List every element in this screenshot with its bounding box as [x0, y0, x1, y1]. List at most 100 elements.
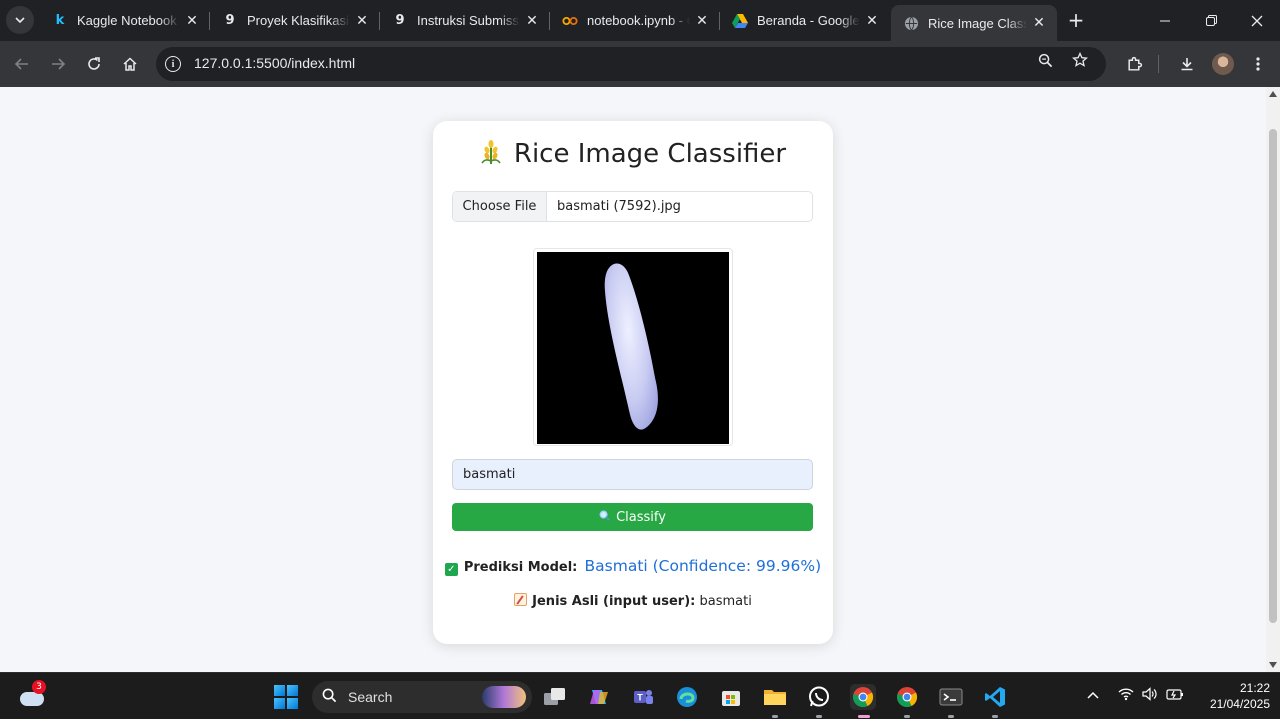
- tab-drive[interactable]: Beranda - Google Drive ✕: [720, 0, 890, 41]
- start-button[interactable]: [274, 685, 298, 709]
- file-input[interactable]: Choose File basmati (7592).jpg: [452, 191, 813, 222]
- chevron-up-icon: [1087, 691, 1099, 699]
- memo-icon: [514, 593, 528, 606]
- show-hidden-icons-button[interactable]: [1087, 687, 1099, 703]
- task-view-icon[interactable]: [542, 684, 568, 710]
- puzzle-icon: [1127, 56, 1142, 71]
- weather-widget[interactable]: 3: [18, 680, 46, 708]
- dicoding-icon: 9: [395, 13, 405, 28]
- tab-strip: k Kaggle Notebook ✕ 9 Proyek Klasifikasi…: [0, 0, 1280, 41]
- zoom-icon[interactable]: [1038, 53, 1053, 72]
- address-bar[interactable]: i 127.0.0.1:5500/index.html: [156, 47, 1106, 81]
- site-info-icon[interactable]: i: [165, 56, 181, 72]
- prediction-result: ✓ Prediksi Model: Basmati (Confidence: 99…: [433, 557, 833, 576]
- close-icon[interactable]: ✕: [1031, 15, 1047, 31]
- new-tab-button[interactable]: +: [1064, 8, 1088, 32]
- colab-icon: [562, 13, 578, 29]
- tab-search-button[interactable]: [6, 6, 34, 34]
- taskbar-search[interactable]: Search: [312, 681, 532, 713]
- choose-file-button[interactable]: Choose File: [453, 192, 547, 221]
- arrow-right-icon: [52, 58, 66, 70]
- tab-title: Rice Image Classifier: [928, 15, 1027, 31]
- minimize-icon: [1160, 20, 1170, 21]
- tab-kaggle[interactable]: k Kaggle Notebook ✕: [40, 0, 210, 41]
- windows-taskbar: 3 Search T 21:22 21/04/2025: [0, 672, 1280, 719]
- url-text[interactable]: 127.0.0.1:5500/index.html: [194, 55, 355, 71]
- magnifier-icon: [599, 510, 610, 524]
- chrome-icon[interactable]: [850, 684, 876, 718]
- whatsapp-icon[interactable]: [806, 684, 832, 718]
- forward-button[interactable]: [44, 50, 72, 78]
- close-icon[interactable]: ✕: [694, 13, 710, 29]
- page-viewport: Rice Image Classifier Choose File basmat…: [0, 87, 1266, 672]
- search-highlight-image: [482, 686, 526, 708]
- bookmark-star-icon[interactable]: [1071, 51, 1089, 72]
- chevron-down-icon: [15, 17, 25, 23]
- page-title: Rice Image Classifier: [433, 139, 833, 169]
- home-button[interactable]: [116, 50, 144, 78]
- reload-icon: [88, 57, 100, 70]
- close-icon[interactable]: ✕: [524, 13, 540, 29]
- battery-icon[interactable]: [1166, 687, 1184, 705]
- browser-toolbar: i 127.0.0.1:5500/index.html: [0, 41, 1280, 87]
- search-icon: [322, 688, 337, 707]
- tab-title: Beranda - Google Drive: [757, 13, 860, 28]
- browser-menu-button[interactable]: [1244, 50, 1272, 78]
- back-button[interactable]: [8, 50, 36, 78]
- microsoft-store-icon[interactable]: [718, 684, 744, 710]
- more-vertical-icon: [1256, 57, 1260, 71]
- plus-icon: +: [1067, 8, 1085, 32]
- profile-avatar[interactable]: [1212, 53, 1234, 75]
- wifi-icon[interactable]: [1118, 687, 1134, 705]
- tab-proyek[interactable]: 9 Proyek Klasifikasi Gambar ✕: [210, 0, 380, 41]
- dicoding-icon: 9: [225, 13, 235, 28]
- file-explorer-icon[interactable]: [762, 684, 788, 718]
- cloud-icon: [20, 692, 44, 706]
- page-title-text: Rice Image Classifier: [513, 139, 787, 169]
- teams-icon[interactable]: T: [630, 684, 656, 710]
- truth-value: basmati: [699, 594, 752, 609]
- close-icon[interactable]: ✕: [864, 13, 880, 29]
- clock-date: 21/04/2025: [1209, 697, 1270, 711]
- volume-icon[interactable]: [1142, 687, 1158, 705]
- tab-colab[interactable]: notebook.ipynb - Colab ✕: [550, 0, 720, 41]
- rice-type-input[interactable]: basmati: [452, 459, 813, 490]
- page-scrollbar[interactable]: [1266, 87, 1280, 672]
- download-icon: [1181, 58, 1193, 71]
- vscode-icon[interactable]: [982, 684, 1008, 718]
- close-icon[interactable]: ✕: [184, 13, 200, 29]
- minimize-button[interactable]: [1142, 0, 1188, 41]
- edge-icon[interactable]: [674, 684, 700, 710]
- terminal-icon[interactable]: [938, 684, 964, 718]
- downloads-button[interactable]: [1173, 50, 1201, 78]
- window-close-button[interactable]: [1234, 0, 1280, 41]
- globe-icon: [903, 15, 919, 31]
- restore-button[interactable]: [1188, 0, 1234, 41]
- scroll-up-icon[interactable]: [1269, 91, 1277, 97]
- classifier-card: Rice Image Classifier Choose File basmat…: [433, 121, 833, 644]
- reload-button[interactable]: [80, 50, 108, 78]
- search-label: Search: [348, 689, 393, 705]
- classify-button[interactable]: Classify: [452, 503, 813, 531]
- tab-title: notebook.ipynb - Colab: [587, 13, 690, 28]
- ground-truth: Jenis Asli (input user): basmati: [433, 593, 833, 609]
- close-icon[interactable]: ✕: [354, 13, 370, 29]
- arrow-left-icon: [14, 58, 28, 70]
- prediction-label: Prediksi Model:: [463, 560, 578, 575]
- kaggle-icon: k: [55, 13, 65, 28]
- copilot-icon[interactable]: [586, 684, 612, 710]
- scrollbar-thumb[interactable]: [1269, 129, 1277, 623]
- tab-title: Kaggle Notebook: [77, 13, 177, 28]
- chrome-profile-icon[interactable]: [894, 684, 920, 718]
- toolbar-divider: [1158, 55, 1159, 73]
- extensions-button[interactable]: [1120, 50, 1148, 78]
- home-icon: [123, 57, 137, 71]
- scroll-down-icon[interactable]: [1269, 662, 1277, 668]
- system-clock[interactable]: 21:22 21/04/2025: [1200, 680, 1270, 712]
- check-icon: ✓: [444, 563, 458, 576]
- tab-instruksi[interactable]: 9 Instruksi Submission ✕: [380, 0, 550, 41]
- tab-rice-classifier[interactable]: Rice Image Classifier ✕: [891, 5, 1057, 41]
- rice-plant-icon: [480, 139, 502, 165]
- classify-button-label: Classify: [616, 509, 666, 525]
- close-icon: [1251, 15, 1263, 26]
